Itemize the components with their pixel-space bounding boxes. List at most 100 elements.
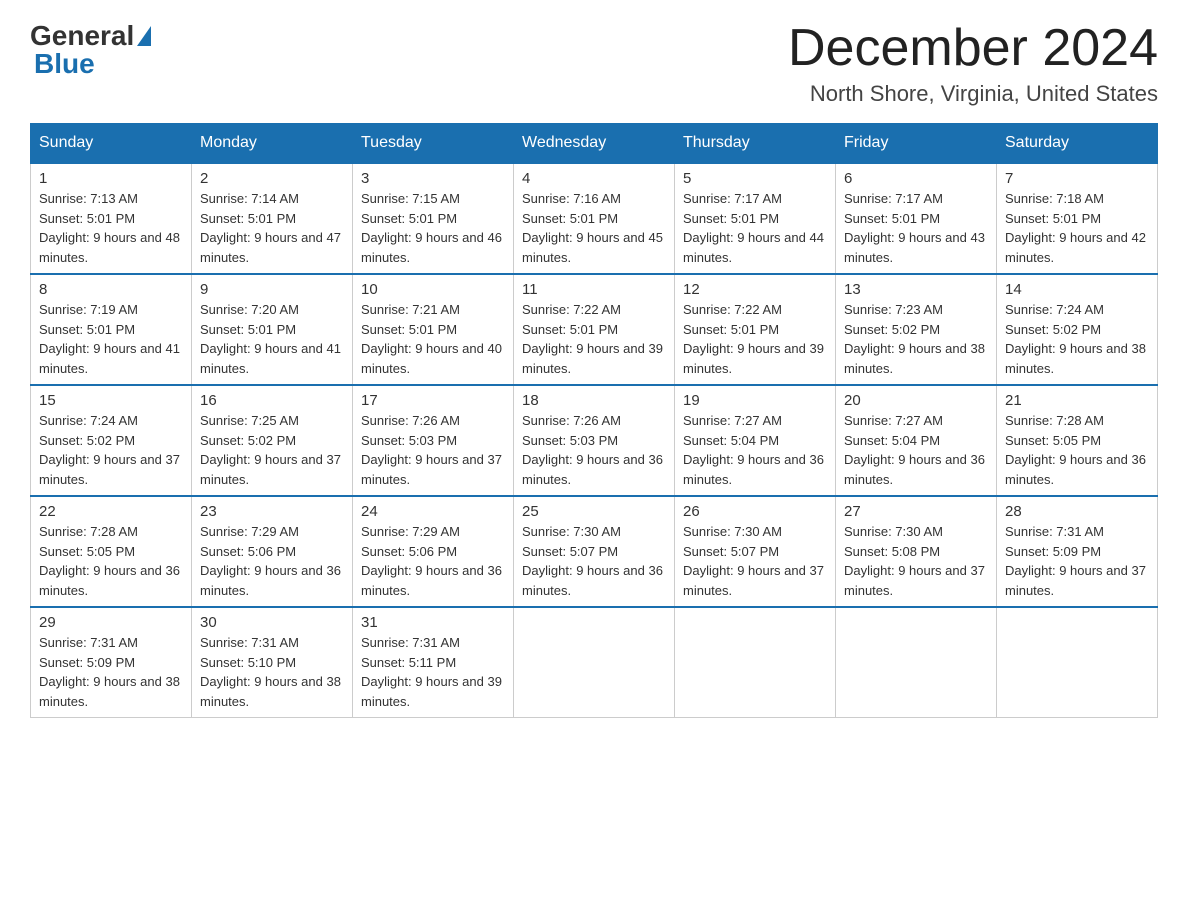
day-number: 20 bbox=[844, 392, 988, 409]
header-monday: Monday bbox=[192, 124, 353, 164]
calendar-day-cell: 28 Sunrise: 7:31 AMSunset: 5:09 PMDaylig… bbox=[997, 496, 1158, 607]
day-info: Sunrise: 7:28 AMSunset: 5:05 PMDaylight:… bbox=[39, 524, 180, 598]
day-number: 5 bbox=[683, 170, 827, 187]
day-info: Sunrise: 7:22 AMSunset: 5:01 PMDaylight:… bbox=[522, 302, 663, 376]
day-info: Sunrise: 7:31 AMSunset: 5:10 PMDaylight:… bbox=[200, 635, 341, 709]
day-info: Sunrise: 7:26 AMSunset: 5:03 PMDaylight:… bbox=[522, 413, 663, 487]
header-tuesday: Tuesday bbox=[353, 124, 514, 164]
header-friday: Friday bbox=[836, 124, 997, 164]
calendar-week-row: 15 Sunrise: 7:24 AMSunset: 5:02 PMDaylig… bbox=[31, 385, 1158, 496]
month-title: December 2024 bbox=[788, 20, 1158, 77]
calendar-table: Sunday Monday Tuesday Wednesday Thursday… bbox=[30, 123, 1158, 718]
day-info: Sunrise: 7:16 AMSunset: 5:01 PMDaylight:… bbox=[522, 191, 663, 265]
calendar-day-cell: 6 Sunrise: 7:17 AMSunset: 5:01 PMDayligh… bbox=[836, 163, 997, 274]
calendar-day-cell: 3 Sunrise: 7:15 AMSunset: 5:01 PMDayligh… bbox=[353, 163, 514, 274]
calendar-day-cell: 15 Sunrise: 7:24 AMSunset: 5:02 PMDaylig… bbox=[31, 385, 192, 496]
day-number: 29 bbox=[39, 614, 183, 631]
day-info: Sunrise: 7:21 AMSunset: 5:01 PMDaylight:… bbox=[361, 302, 502, 376]
day-number: 7 bbox=[1005, 170, 1149, 187]
location-subtitle: North Shore, Virginia, United States bbox=[788, 81, 1158, 107]
logo-blue-text: Blue bbox=[34, 48, 95, 79]
day-number: 8 bbox=[39, 281, 183, 298]
calendar-day-cell: 26 Sunrise: 7:30 AMSunset: 5:07 PMDaylig… bbox=[675, 496, 836, 607]
calendar-day-cell bbox=[675, 607, 836, 718]
logo-triangle-icon bbox=[137, 26, 151, 46]
day-info: Sunrise: 7:20 AMSunset: 5:01 PMDaylight:… bbox=[200, 302, 341, 376]
calendar-day-cell: 9 Sunrise: 7:20 AMSunset: 5:01 PMDayligh… bbox=[192, 274, 353, 385]
day-info: Sunrise: 7:25 AMSunset: 5:02 PMDaylight:… bbox=[200, 413, 341, 487]
calendar-day-cell: 1 Sunrise: 7:13 AMSunset: 5:01 PMDayligh… bbox=[31, 163, 192, 274]
day-number: 1 bbox=[39, 170, 183, 187]
calendar-week-row: 29 Sunrise: 7:31 AMSunset: 5:09 PMDaylig… bbox=[31, 607, 1158, 718]
calendar-day-cell: 19 Sunrise: 7:27 AMSunset: 5:04 PMDaylig… bbox=[675, 385, 836, 496]
day-info: Sunrise: 7:19 AMSunset: 5:01 PMDaylight:… bbox=[39, 302, 180, 376]
header-wednesday: Wednesday bbox=[514, 124, 675, 164]
calendar-day-cell: 29 Sunrise: 7:31 AMSunset: 5:09 PMDaylig… bbox=[31, 607, 192, 718]
calendar-week-row: 22 Sunrise: 7:28 AMSunset: 5:05 PMDaylig… bbox=[31, 496, 1158, 607]
calendar-day-cell: 22 Sunrise: 7:28 AMSunset: 5:05 PMDaylig… bbox=[31, 496, 192, 607]
day-info: Sunrise: 7:31 AMSunset: 5:11 PMDaylight:… bbox=[361, 635, 502, 709]
calendar-day-cell: 24 Sunrise: 7:29 AMSunset: 5:06 PMDaylig… bbox=[353, 496, 514, 607]
calendar-day-cell: 17 Sunrise: 7:26 AMSunset: 5:03 PMDaylig… bbox=[353, 385, 514, 496]
calendar-week-row: 1 Sunrise: 7:13 AMSunset: 5:01 PMDayligh… bbox=[31, 163, 1158, 274]
calendar-day-cell: 18 Sunrise: 7:26 AMSunset: 5:03 PMDaylig… bbox=[514, 385, 675, 496]
day-number: 2 bbox=[200, 170, 344, 187]
day-info: Sunrise: 7:23 AMSunset: 5:02 PMDaylight:… bbox=[844, 302, 985, 376]
day-number: 24 bbox=[361, 503, 505, 520]
day-number: 17 bbox=[361, 392, 505, 409]
day-info: Sunrise: 7:28 AMSunset: 5:05 PMDaylight:… bbox=[1005, 413, 1146, 487]
calendar-day-cell: 13 Sunrise: 7:23 AMSunset: 5:02 PMDaylig… bbox=[836, 274, 997, 385]
calendar-day-cell: 4 Sunrise: 7:16 AMSunset: 5:01 PMDayligh… bbox=[514, 163, 675, 274]
calendar-day-cell: 30 Sunrise: 7:31 AMSunset: 5:10 PMDaylig… bbox=[192, 607, 353, 718]
day-info: Sunrise: 7:13 AMSunset: 5:01 PMDaylight:… bbox=[39, 191, 180, 265]
day-info: Sunrise: 7:31 AMSunset: 5:09 PMDaylight:… bbox=[1005, 524, 1146, 598]
day-info: Sunrise: 7:22 AMSunset: 5:01 PMDaylight:… bbox=[683, 302, 824, 376]
day-info: Sunrise: 7:24 AMSunset: 5:02 PMDaylight:… bbox=[1005, 302, 1146, 376]
day-info: Sunrise: 7:18 AMSunset: 5:01 PMDaylight:… bbox=[1005, 191, 1146, 265]
day-number: 31 bbox=[361, 614, 505, 631]
calendar-day-cell: 8 Sunrise: 7:19 AMSunset: 5:01 PMDayligh… bbox=[31, 274, 192, 385]
day-number: 26 bbox=[683, 503, 827, 520]
calendar-day-cell: 21 Sunrise: 7:28 AMSunset: 5:05 PMDaylig… bbox=[997, 385, 1158, 496]
logo: General Blue bbox=[30, 20, 154, 80]
calendar-day-cell: 12 Sunrise: 7:22 AMSunset: 5:01 PMDaylig… bbox=[675, 274, 836, 385]
day-info: Sunrise: 7:30 AMSunset: 5:07 PMDaylight:… bbox=[683, 524, 824, 598]
day-info: Sunrise: 7:27 AMSunset: 5:04 PMDaylight:… bbox=[683, 413, 824, 487]
day-number: 14 bbox=[1005, 281, 1149, 298]
day-number: 6 bbox=[844, 170, 988, 187]
calendar-day-cell bbox=[997, 607, 1158, 718]
day-number: 3 bbox=[361, 170, 505, 187]
day-info: Sunrise: 7:30 AMSunset: 5:07 PMDaylight:… bbox=[522, 524, 663, 598]
day-number: 11 bbox=[522, 281, 666, 298]
day-info: Sunrise: 7:29 AMSunset: 5:06 PMDaylight:… bbox=[200, 524, 341, 598]
calendar-day-cell: 7 Sunrise: 7:18 AMSunset: 5:01 PMDayligh… bbox=[997, 163, 1158, 274]
calendar-day-cell bbox=[514, 607, 675, 718]
day-info: Sunrise: 7:17 AMSunset: 5:01 PMDaylight:… bbox=[683, 191, 824, 265]
calendar-day-cell: 2 Sunrise: 7:14 AMSunset: 5:01 PMDayligh… bbox=[192, 163, 353, 274]
day-info: Sunrise: 7:24 AMSunset: 5:02 PMDaylight:… bbox=[39, 413, 180, 487]
calendar-day-cell: 16 Sunrise: 7:25 AMSunset: 5:02 PMDaylig… bbox=[192, 385, 353, 496]
day-info: Sunrise: 7:29 AMSunset: 5:06 PMDaylight:… bbox=[361, 524, 502, 598]
header-sunday: Sunday bbox=[31, 124, 192, 164]
day-number: 19 bbox=[683, 392, 827, 409]
day-info: Sunrise: 7:14 AMSunset: 5:01 PMDaylight:… bbox=[200, 191, 341, 265]
calendar-day-cell: 14 Sunrise: 7:24 AMSunset: 5:02 PMDaylig… bbox=[997, 274, 1158, 385]
calendar-day-cell: 23 Sunrise: 7:29 AMSunset: 5:06 PMDaylig… bbox=[192, 496, 353, 607]
day-number: 25 bbox=[522, 503, 666, 520]
day-number: 10 bbox=[361, 281, 505, 298]
calendar-day-cell: 10 Sunrise: 7:21 AMSunset: 5:01 PMDaylig… bbox=[353, 274, 514, 385]
day-number: 15 bbox=[39, 392, 183, 409]
day-info: Sunrise: 7:26 AMSunset: 5:03 PMDaylight:… bbox=[361, 413, 502, 487]
day-number: 18 bbox=[522, 392, 666, 409]
day-number: 28 bbox=[1005, 503, 1149, 520]
header-thursday: Thursday bbox=[675, 124, 836, 164]
header-saturday: Saturday bbox=[997, 124, 1158, 164]
day-number: 4 bbox=[522, 170, 666, 187]
calendar-week-row: 8 Sunrise: 7:19 AMSunset: 5:01 PMDayligh… bbox=[31, 274, 1158, 385]
day-number: 16 bbox=[200, 392, 344, 409]
calendar-day-cell: 31 Sunrise: 7:31 AMSunset: 5:11 PMDaylig… bbox=[353, 607, 514, 718]
day-number: 9 bbox=[200, 281, 344, 298]
calendar-day-cell: 25 Sunrise: 7:30 AMSunset: 5:07 PMDaylig… bbox=[514, 496, 675, 607]
day-number: 27 bbox=[844, 503, 988, 520]
calendar-day-cell: 27 Sunrise: 7:30 AMSunset: 5:08 PMDaylig… bbox=[836, 496, 997, 607]
